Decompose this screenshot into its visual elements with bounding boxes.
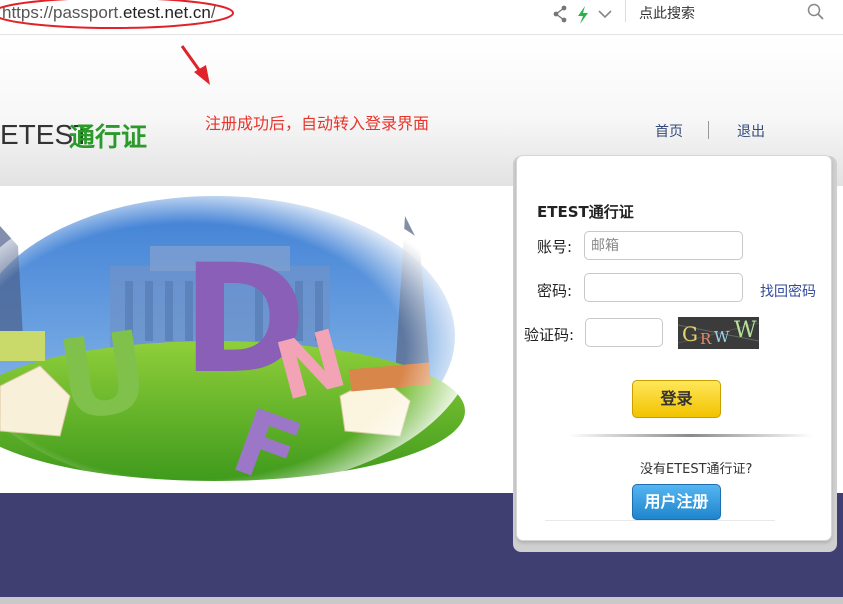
password-label: 密码:	[537, 282, 573, 300]
account-input[interactable]	[584, 231, 743, 260]
password-input[interactable]	[584, 273, 743, 302]
register-button[interactable]: 用户注册	[632, 484, 721, 520]
share-icon[interactable]	[553, 5, 567, 23]
banner-image: D U N F	[0, 186, 515, 491]
captcha-input[interactable]	[585, 318, 663, 347]
search-box-label[interactable]: 点此搜索	[639, 3, 695, 23]
panel-bottom-line	[545, 520, 775, 521]
nav-link-home[interactable]: 首页	[655, 121, 683, 141]
nav-link-logout[interactable]: 退出	[737, 121, 765, 141]
svg-text:W: W	[714, 328, 730, 346]
account-label: 账号:	[537, 238, 573, 256]
chevron-down-icon[interactable]	[598, 10, 612, 19]
svg-text:W: W	[734, 318, 757, 343]
captcha-label: 验证码:	[524, 326, 575, 344]
svg-text:G: G	[682, 322, 698, 346]
nav-separator	[708, 121, 709, 139]
red-arrow-icon	[180, 45, 210, 85]
logo-suffix: 通行证	[69, 123, 148, 153]
panel-divider	[568, 434, 813, 437]
login-panel-title: ETEST通行证	[537, 203, 634, 221]
bottom-strip	[0, 597, 843, 604]
toolbar-divider	[625, 0, 626, 22]
toolbar-icons	[553, 5, 612, 24]
search-icon[interactable]	[806, 2, 826, 22]
red-circle-annotation	[0, 0, 234, 29]
forgot-password-link[interactable]: 找回密码	[760, 281, 816, 301]
captcha-image[interactable]: G R W W	[677, 317, 760, 349]
svg-text:R: R	[700, 330, 712, 348]
no-account-text: 没有ETEST通行证?	[640, 462, 753, 477]
annotation-note: 注册成功后，自动转入登录界面	[205, 114, 430, 133]
login-button[interactable]: 登录	[632, 380, 721, 418]
lightning-icon[interactable]	[578, 6, 588, 24]
